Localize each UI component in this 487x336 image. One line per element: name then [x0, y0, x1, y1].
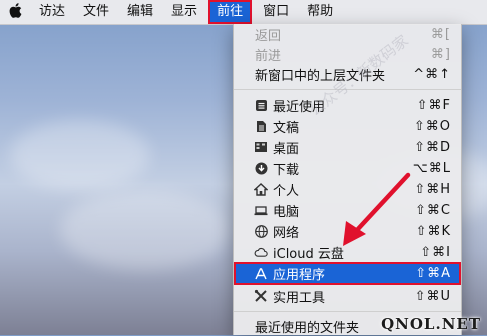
red-arrow-annotation [343, 172, 411, 246]
site-logo-text: QNOL.NET [381, 315, 481, 333]
